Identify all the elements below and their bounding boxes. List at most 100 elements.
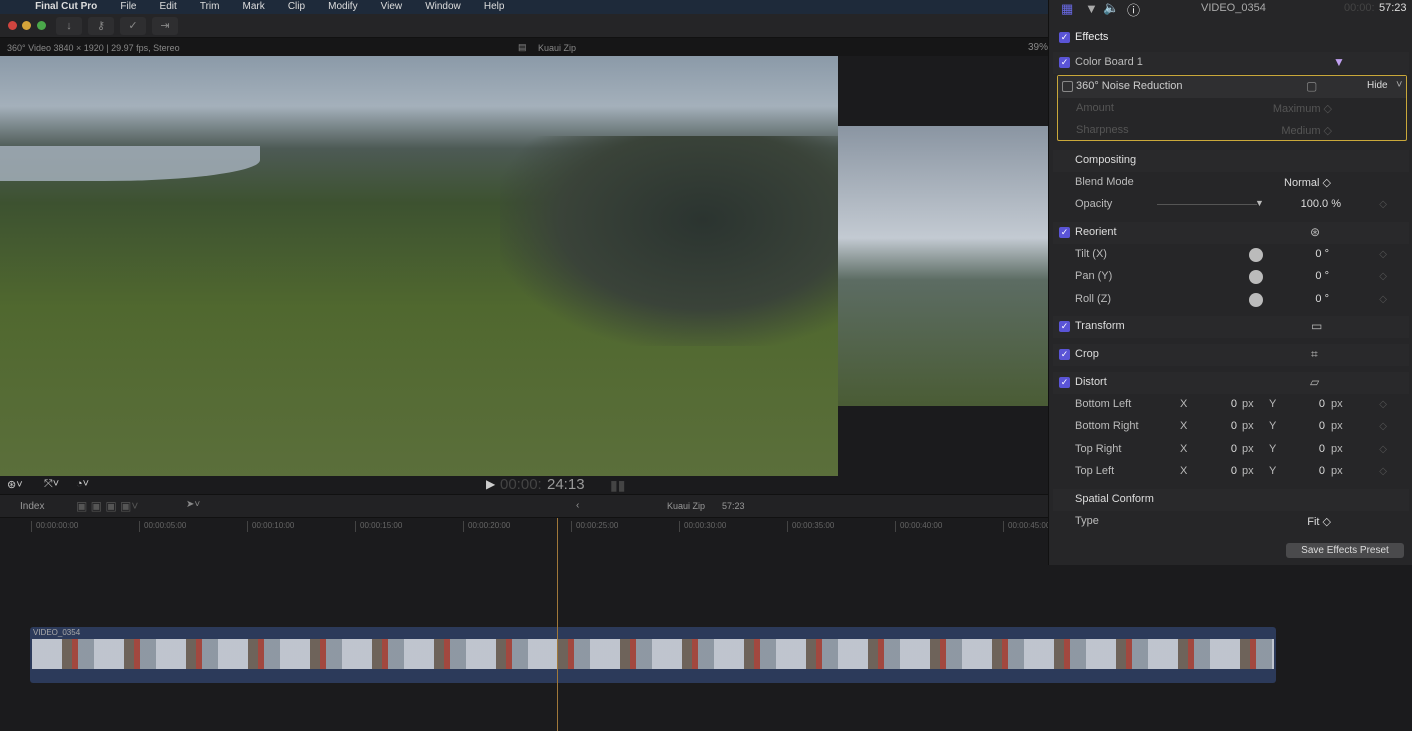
roll-dial[interactable] bbox=[1249, 293, 1263, 307]
close-button[interactable] bbox=[8, 21, 17, 30]
audio-inspector-icon[interactable]: 🔈 bbox=[1103, 0, 1119, 16]
sharpness-row: Sharpness Medium ◇ bbox=[1058, 120, 1406, 142]
effects-checkbox[interactable]: ✓ bbox=[1059, 32, 1070, 43]
reorient-icon[interactable]: ⊛ bbox=[1310, 225, 1320, 239]
mask-icon[interactable]: ▢ bbox=[1306, 79, 1317, 93]
crop-checkbox[interactable]: ✓ bbox=[1059, 349, 1070, 360]
noise-reduction-header[interactable]: 360° Noise Reduction ▢ Hide ˅ bbox=[1058, 76, 1406, 98]
playhead[interactable] bbox=[557, 518, 558, 731]
distort-icon[interactable]: ▱ bbox=[1310, 375, 1319, 389]
menu-help[interactable]: Help bbox=[484, 0, 505, 14]
tilt-dial[interactable] bbox=[1249, 248, 1263, 262]
share-icon[interactable]: ⇥ bbox=[152, 17, 178, 35]
info-inspector-icon[interactable]: ⓘ bbox=[1127, 0, 1140, 19]
menu-view[interactable]: View bbox=[381, 0, 403, 14]
x-label: X bbox=[1180, 465, 1188, 477]
menu-window[interactable]: Window bbox=[425, 0, 461, 14]
opacity-slider[interactable] bbox=[1157, 204, 1257, 205]
menu-app[interactable]: Final Cut Pro bbox=[35, 0, 97, 14]
type-row: Type Fit ◇ bbox=[1053, 511, 1409, 533]
y-value[interactable]: 0 bbox=[1301, 420, 1325, 432]
back-icon[interactable]: ‹ bbox=[576, 500, 579, 511]
x-label: X bbox=[1180, 398, 1188, 410]
keyframe-icon[interactable]: ◇ bbox=[1379, 249, 1387, 260]
bottom-right-row: Bottom Right X 0 px Y 0 px ◇ bbox=[1053, 416, 1409, 438]
top-left-row: Top Left X 0 px Y 0 px ◇ bbox=[1053, 461, 1409, 483]
save-effects-preset-button[interactable]: Save Effects Preset bbox=[1286, 543, 1404, 558]
import-icon[interactable]: ↓ bbox=[56, 17, 82, 35]
noise-reduction-checkbox[interactable] bbox=[1062, 81, 1073, 92]
keyframe-icon[interactable]: ◇ bbox=[1379, 421, 1387, 432]
menu-clip[interactable]: Clip bbox=[288, 0, 305, 14]
x-value[interactable]: 0 bbox=[1213, 420, 1237, 432]
y-value[interactable]: 0 bbox=[1301, 443, 1325, 455]
reorient-checkbox[interactable]: ✓ bbox=[1059, 227, 1070, 238]
pan-dial[interactable] bbox=[1249, 270, 1263, 284]
transform-checkbox[interactable]: ✓ bbox=[1059, 321, 1070, 332]
roll-value[interactable]: 0 ° bbox=[1315, 293, 1329, 305]
transform-icon[interactable]: ▭ bbox=[1311, 319, 1322, 333]
ruler-tick: 00:00:35:00 bbox=[787, 521, 834, 532]
menu-modify[interactable]: Modify bbox=[328, 0, 357, 14]
menu-trim[interactable]: Trim bbox=[200, 0, 220, 14]
video-clip[interactable]: VIDEO_0354 bbox=[30, 627, 1276, 683]
timeline-ruler[interactable]: 00:00:00:00 00:00:05:00 00:00:10:00 00:0… bbox=[0, 518, 1050, 532]
edit-buttons-icon[interactable]: ▣ ▣ ▣ ▣˅ bbox=[76, 499, 138, 513]
speed-icon[interactable]: ◔˅ bbox=[76, 478, 89, 490]
menu-file[interactable]: File bbox=[120, 0, 136, 14]
blend-mode-popup[interactable]: Normal ◇ bbox=[1284, 176, 1331, 189]
crop-icon[interactable]: ⌗ bbox=[1311, 347, 1318, 362]
crop-section: ✓ Crop ⌗ bbox=[1053, 344, 1409, 366]
keyframe-icon[interactable]: ◇ bbox=[1379, 294, 1387, 305]
timeline-project: Kuaui Zip bbox=[667, 501, 706, 511]
blend-mode-label: Blend Mode bbox=[1075, 176, 1134, 188]
keyframe-icon[interactable]: ◇ bbox=[1379, 271, 1387, 282]
sharpness-popup[interactable]: Medium ◇ bbox=[1281, 124, 1332, 137]
keyframe-icon[interactable]: ◇ bbox=[1379, 444, 1387, 455]
keyframe-icon[interactable]: ◇ bbox=[1379, 466, 1387, 477]
menu-mark[interactable]: Mark bbox=[243, 0, 265, 14]
opacity-slider-handle[interactable]: ▼ bbox=[1255, 198, 1264, 208]
video-viewer[interactable] bbox=[0, 56, 838, 476]
menu-edit[interactable]: Edit bbox=[160, 0, 177, 14]
transform-tool-icon[interactable]: ⤧˅ bbox=[44, 478, 59, 491]
ruler-tick: 00:00:05:00 bbox=[139, 521, 186, 532]
x-value[interactable]: 0 bbox=[1213, 465, 1237, 477]
noise-reduction-label: 360° Noise Reduction bbox=[1076, 80, 1183, 92]
x-value[interactable]: 0 bbox=[1213, 443, 1237, 455]
y-value[interactable]: 0 bbox=[1301, 465, 1325, 477]
360-view-icon[interactable]: ⊛˅ bbox=[7, 478, 23, 491]
video-inspector-icon[interactable]: ▦ bbox=[1061, 1, 1073, 17]
color-board-row[interactable]: ✓ Color Board 1 ▼ bbox=[1053, 52, 1409, 74]
px-unit: px bbox=[1331, 420, 1343, 432]
keyframe-icon[interactable]: ◇ bbox=[1379, 399, 1387, 410]
pan-value[interactable]: 0 ° bbox=[1315, 270, 1329, 282]
checkmark-icon[interactable]: ✓ bbox=[120, 17, 146, 35]
tilt-value[interactable]: 0 ° bbox=[1315, 248, 1329, 260]
select-tool-icon[interactable]: ➤˅ bbox=[186, 499, 200, 510]
keyframe-icon[interactable]: ◇ bbox=[1379, 199, 1387, 210]
key-icon[interactable]: ⚷ bbox=[88, 17, 114, 35]
opacity-value[interactable]: 100.0 % bbox=[1301, 198, 1341, 210]
index-button[interactable]: Index bbox=[20, 501, 44, 512]
clip-name: VIDEO_0354 bbox=[33, 628, 81, 637]
distort-checkbox[interactable]: ✓ bbox=[1059, 377, 1070, 388]
reorient-section: ✓ Reorient ⊛ bbox=[1053, 222, 1409, 244]
minimize-button[interactable] bbox=[22, 21, 31, 30]
color-board-icon[interactable]: ▼ bbox=[1333, 55, 1345, 69]
viewer-zoom[interactable]: 39% bbox=[1028, 42, 1048, 53]
zoom-button[interactable] bbox=[37, 21, 46, 30]
sharpness-label: Sharpness bbox=[1076, 124, 1129, 136]
x-value[interactable]: 0 bbox=[1213, 398, 1237, 410]
chevron-down-icon[interactable]: ˅ bbox=[1396, 79, 1402, 91]
roll-row: Roll (Z) 0 ° ◇ bbox=[1053, 289, 1409, 311]
x-label: X bbox=[1180, 443, 1188, 455]
hide-button[interactable]: Hide bbox=[1367, 80, 1388, 91]
color-board-checkbox[interactable]: ✓ bbox=[1059, 57, 1070, 68]
y-value[interactable]: 0 bbox=[1301, 398, 1325, 410]
compositing-label: Compositing bbox=[1075, 154, 1137, 166]
color-inspector-icon[interactable]: ▼ bbox=[1085, 1, 1098, 16]
type-popup[interactable]: Fit ◇ bbox=[1307, 515, 1331, 528]
amount-popup[interactable]: Maximum ◇ bbox=[1273, 102, 1332, 115]
play-icon[interactable]: ▶ bbox=[486, 477, 495, 491]
